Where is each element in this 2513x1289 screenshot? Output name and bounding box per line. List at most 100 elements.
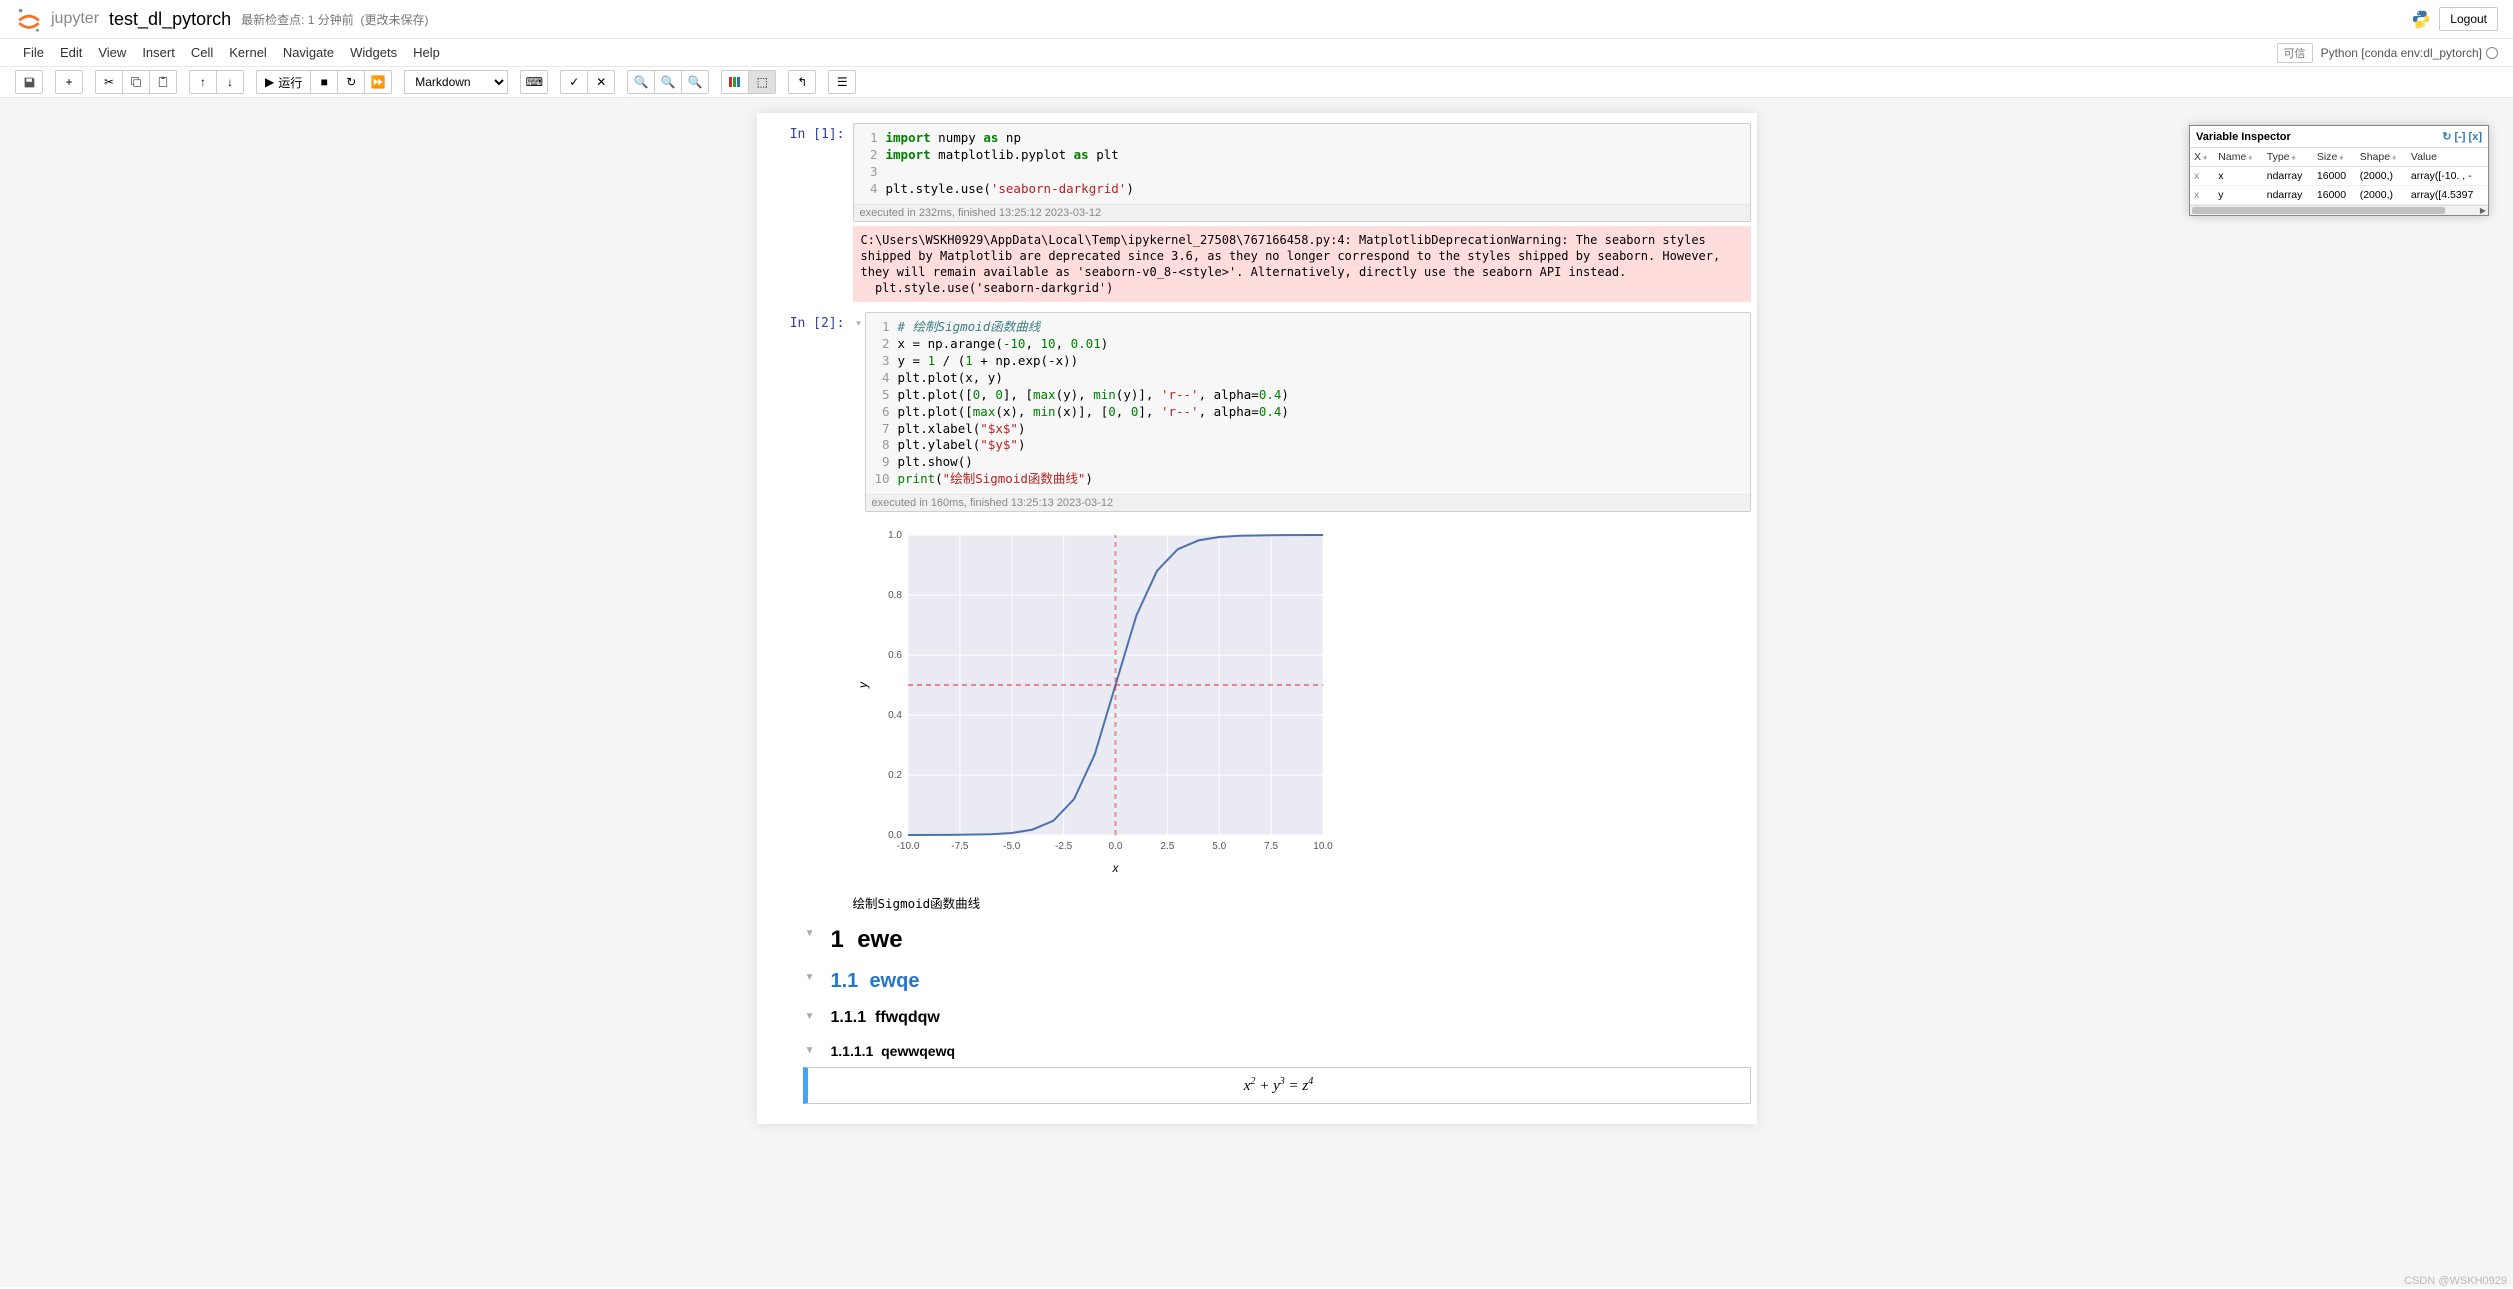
menu-insert[interactable]: Insert xyxy=(134,41,183,64)
move-down-button[interactable]: ↓ xyxy=(216,70,244,94)
vi-col-name[interactable]: Name♦ xyxy=(2214,148,2262,167)
notebook-title[interactable]: test_dl_pytorch xyxy=(109,9,231,30)
interrupt-button[interactable]: ■ xyxy=(310,70,338,94)
vi-row[interactable]: x y ndarray 16000 (2000,) array([4.5397 xyxy=(2190,186,2488,205)
vi-refresh-button[interactable]: ↻ xyxy=(2442,131,2451,143)
menu-widgets[interactable]: Widgets xyxy=(342,41,405,64)
tb-list-button[interactable]: ☰ xyxy=(828,70,856,94)
tb-check-button[interactable]: ✓ xyxy=(560,70,588,94)
move-up-button[interactable]: ↑ xyxy=(189,70,217,94)
svg-text:0.2: 0.2 xyxy=(888,770,902,781)
cell-prompt: In [1]: xyxy=(763,123,853,222)
plot-output: -10.0-7.5-5.0-2.50.02.55.07.510.00.00.20… xyxy=(853,520,1751,883)
menu-help[interactable]: Help xyxy=(405,41,448,64)
markdown-h2[interactable]: ▼ 1.1 ewqe xyxy=(763,962,1751,1001)
fold-toggle[interactable]: ▼ xyxy=(763,1039,823,1063)
save-button[interactable] xyxy=(15,70,43,94)
menu-file[interactable]: File xyxy=(15,41,52,64)
menu-navigate[interactable]: Navigate xyxy=(275,41,342,64)
latex-formula: x2 + y3 = z4 xyxy=(1244,1078,1313,1094)
vi-col-size[interactable]: Size♦ xyxy=(2313,148,2356,167)
trusted-indicator[interactable]: 可信 xyxy=(2277,43,2313,63)
vi-title: Variable Inspector xyxy=(2196,131,2291,143)
menu-kernel[interactable]: Kernel xyxy=(221,41,275,64)
vi-row[interactable]: x x ndarray 16000 (2000,) array([-10. , … xyxy=(2190,167,2488,186)
fold-toggle[interactable]: ▼ xyxy=(763,1005,823,1031)
vi-col-type[interactable]: Type♦ xyxy=(2263,148,2313,167)
jupyter-logo[interactable]: jupyter xyxy=(15,5,99,33)
logout-button[interactable]: Logout xyxy=(2439,7,2498,31)
tb-zoom-in-button[interactable]: 🔍 xyxy=(627,70,655,94)
restart-run-all-button[interactable]: ⏩ xyxy=(364,70,392,94)
kernel-indicator[interactable]: Python [conda env:dl_pytorch] xyxy=(2321,46,2498,60)
fold-toggle[interactable]: ▼ xyxy=(763,966,823,997)
vi-scroll-right-icon[interactable]: ▶ xyxy=(2480,206,2486,215)
menu-view[interactable]: View xyxy=(90,41,134,64)
exec-time: executed in 160ms, finished 13:25:13 202… xyxy=(866,494,1750,511)
copy-button[interactable] xyxy=(122,70,150,94)
vi-col-del[interactable]: X♦ xyxy=(2190,148,2214,167)
cell-code[interactable]: 1# 绘制Sigmoid函数曲线 2x = np.arange(-10, 10,… xyxy=(866,313,1750,494)
svg-text:-5.0: -5.0 xyxy=(1003,841,1021,852)
latex-cell[interactable]: x2 + y3 = z4 xyxy=(803,1067,1751,1104)
variable-inspector[interactable]: Variable Inspector ↻ [-] [x] X♦ Name♦ Ty… xyxy=(2189,125,2489,216)
vi-scroll-thumb[interactable] xyxy=(2192,207,2445,214)
vi-header[interactable]: Variable Inspector ↻ [-] [x] xyxy=(2190,126,2488,148)
vi-scrollbar[interactable]: ▶ xyxy=(2190,205,2488,215)
checkpoint-status: 最新检查点: 1 分钟前 (更改未保存) xyxy=(241,11,428,28)
tb-format-button[interactable]: ⬚ xyxy=(748,70,776,94)
code-cell-2[interactable]: In [2]: ▾ 1# 绘制Sigmoid函数曲线 2x = np.arang… xyxy=(763,308,1751,516)
markdown-h4[interactable]: ▼ 1.1.1.1 qewwqewq xyxy=(763,1035,1751,1067)
vi-col-shape[interactable]: Shape♦ xyxy=(2356,148,2407,167)
vi-value: array([-10. , - xyxy=(2407,167,2488,186)
python-icon xyxy=(2411,9,2431,29)
notebook-header: jupyter test_dl_pytorch 最新检查点: 1 分钟前 (更改… xyxy=(0,0,2513,39)
vi-name: y xyxy=(2214,186,2262,205)
tb-cancel-button[interactable]: ✕ xyxy=(587,70,615,94)
markdown-h3[interactable]: ▼ 1.1.1 ffwqdqw xyxy=(763,1001,1751,1035)
cell-input-area[interactable]: 1# 绘制Sigmoid函数曲线 2x = np.arange(-10, 10,… xyxy=(865,312,1751,512)
cell-input-area[interactable]: 1import numpy as np 2import matplotlib.p… xyxy=(853,123,1751,222)
vi-col-value[interactable]: Value xyxy=(2407,148,2488,167)
vi-delete-button[interactable]: x xyxy=(2190,167,2214,186)
svg-text:y: y xyxy=(856,681,870,689)
svg-text:2.5: 2.5 xyxy=(1160,841,1174,852)
vi-minimize-button[interactable]: [-] xyxy=(2454,131,2465,143)
paste-button[interactable] xyxy=(149,70,177,94)
copy-icon xyxy=(130,76,142,88)
tb-send-button[interactable]: ↰ xyxy=(788,70,816,94)
menubar: File Edit View Insert Cell Kernel Naviga… xyxy=(0,39,2513,67)
celltype-select[interactable]: Markdown xyxy=(404,70,508,94)
play-icon: ▶ xyxy=(265,75,274,89)
cell-2-output: -10.0-7.5-5.0-2.50.02.55.07.510.00.00.20… xyxy=(853,520,1751,918)
run-button[interactable]: ▶运行 xyxy=(256,70,311,94)
tb-zoom-out-button[interactable]: 🔍 xyxy=(681,70,709,94)
zoom-out-icon: 🔍 xyxy=(688,75,703,89)
cell-code[interactable]: 1import numpy as np 2import matplotlib.p… xyxy=(854,124,1750,204)
jupyter-logo-text: jupyter xyxy=(51,10,99,28)
bars-icon xyxy=(728,76,742,88)
svg-text:0.0: 0.0 xyxy=(1108,841,1122,852)
stop-icon: ■ xyxy=(321,75,328,89)
markdown-h1[interactable]: ▼ 1 ewe xyxy=(763,918,1751,962)
vi-type: ndarray xyxy=(2263,167,2313,186)
zoom-reset-icon: 🔍 xyxy=(661,75,676,89)
restart-button[interactable]: ↻ xyxy=(337,70,365,94)
vi-close-button[interactable]: [x] xyxy=(2469,131,2482,143)
vi-size: 16000 xyxy=(2313,167,2356,186)
vi-delete-button[interactable]: x xyxy=(2190,186,2214,205)
menu-edit[interactable]: Edit xyxy=(52,41,90,64)
menu-cell[interactable]: Cell xyxy=(183,41,221,64)
notebook-container: In [1]: 1import numpy as np 2import matp… xyxy=(0,98,2513,1287)
fold-toggle[interactable]: ▼ xyxy=(763,922,823,958)
add-cell-button[interactable]: + xyxy=(55,70,83,94)
cut-button[interactable]: ✂ xyxy=(95,70,123,94)
tb-vars-button[interactable] xyxy=(721,70,749,94)
vi-value: array([4.5397 xyxy=(2407,186,2488,205)
collapse-toggle[interactable]: ▾ xyxy=(853,312,865,512)
vi-table: X♦ Name♦ Type♦ Size♦ Shape♦ Value x x nd… xyxy=(2190,148,2488,205)
command-palette-button[interactable]: ⌨ xyxy=(520,70,548,94)
arrow-down-icon: ↓ xyxy=(227,75,233,89)
tb-zoom-reset-button[interactable]: 🔍 xyxy=(654,70,682,94)
code-cell-1[interactable]: In [1]: 1import numpy as np 2import matp… xyxy=(763,119,1751,226)
